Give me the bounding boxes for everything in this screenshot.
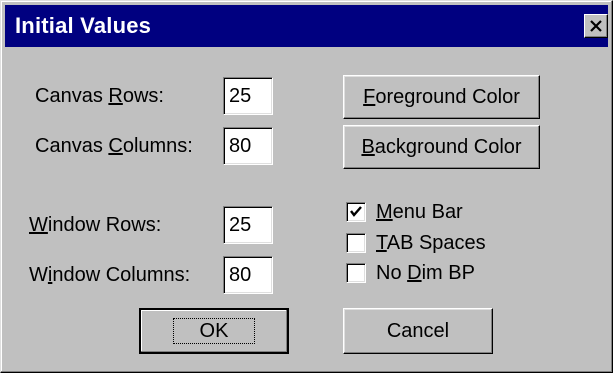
window-rows-field[interactable]: 25 <box>223 206 273 244</box>
close-button[interactable] <box>584 14 608 38</box>
window-columns-field[interactable]: 80 <box>223 256 273 294</box>
cancel-button-label: Cancel <box>386 319 450 342</box>
window-rows-label: Window Rows: <box>29 214 162 236</box>
foreground-color-button[interactable]: Foreground Color <box>343 75 540 119</box>
no-dim-bp-checkbox[interactable] <box>346 263 366 283</box>
canvas-rows-label: Canvas Rows: <box>35 85 164 107</box>
title-bar: Initial Values <box>5 5 608 47</box>
tab-spaces-checkbox[interactable] <box>346 233 366 253</box>
tab-spaces-option[interactable]: TAB Spaces <box>346 231 486 255</box>
background-color-button[interactable]: Background Color <box>343 125 540 169</box>
canvas-columns-label: Canvas Columns: <box>35 135 193 157</box>
ok-button[interactable]: OK <box>139 308 289 354</box>
menu-bar-option[interactable]: Menu Bar <box>346 200 463 224</box>
initial-values-dialog: Initial Values Canvas Rows: 25 Canvas Co… <box>0 0 613 373</box>
menu-bar-label: Menu Bar <box>376 201 463 223</box>
window-title: Initial Values <box>15 13 152 38</box>
checkmark-icon <box>350 206 362 217</box>
menu-bar-checkbox[interactable] <box>346 202 366 222</box>
no-dim-bp-label: No Dim BP <box>376 262 475 284</box>
canvas-rows-field[interactable]: 25 <box>223 77 273 115</box>
cancel-button[interactable]: Cancel <box>343 308 493 354</box>
tab-spaces-label: TAB Spaces <box>376 232 486 254</box>
no-dim-bp-option[interactable]: No Dim BP <box>346 261 475 285</box>
window-columns-label: Window Columns: <box>29 264 191 286</box>
canvas-columns-field[interactable]: 80 <box>223 127 273 165</box>
ok-button-label: OK <box>172 318 256 344</box>
close-icon <box>590 20 602 32</box>
